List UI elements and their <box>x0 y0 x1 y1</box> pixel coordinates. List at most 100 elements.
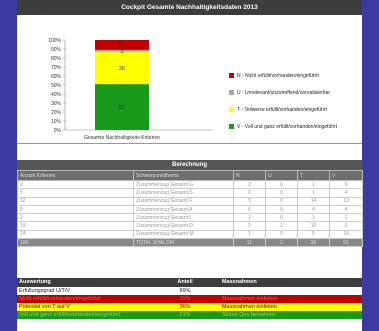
table-cell[interactable]: Zusammenzug Gesamt M <box>133 229 234 240</box>
table-cell[interactable]: 1 <box>233 213 266 223</box>
table-cell[interactable]: 4 <box>329 204 363 215</box>
table-cell[interactable]: 51 <box>329 238 363 248</box>
y-tick-label: 0% <box>54 128 62 134</box>
table-cell[interactable]: 0 <box>265 196 298 206</box>
table-cell[interactable]: 0 <box>265 179 298 190</box>
table-cell[interactable]: 2 <box>233 221 266 231</box>
evaluation-header: Auswertung Anteil Massnahmen <box>17 278 362 287</box>
table-row: 9 Zusammenzug Gesamt G2016 <box>17 179 363 190</box>
table-cell[interactable]: 6 <box>329 179 363 190</box>
evaluation-row: Erfüllungsgrad U/T/V 89% <box>17 287 362 295</box>
table-cell[interactable]: 11 <box>233 238 266 248</box>
y-tick-label: 70% <box>51 65 62 71</box>
table-cell[interactable]: 14 <box>297 196 330 206</box>
legend-swatch <box>229 124 234 129</box>
table-cell[interactable]: 36 <box>297 238 330 248</box>
y-tick-label: 30% <box>51 101 62 107</box>
evaluation-row: Potential von T auf V 36% Massnahmen einle… <box>17 303 362 311</box>
table-cell[interactable]: 10 <box>297 221 330 231</box>
table-cell[interactable]: 5 <box>233 196 266 206</box>
evaluation-cell[interactable]: Nicht erfüllt/vorhanden/eingeführt <box>17 295 148 303</box>
table-cell[interactable]: Zusammenzug Gesamt F <box>133 196 234 206</box>
column-header: T <box>297 170 330 181</box>
table-cell[interactable]: 19 <box>17 221 134 231</box>
table-cell[interactable]: 1 <box>297 188 330 198</box>
x-category-label: Gesamte Nachhaltigkeits-Kriterien <box>84 135 160 141</box>
chart-area: 100% 90% 80% 70% 60% 50% 40% 30% 20% 10% 0% 51 36 2 11… <box>17 15 362 144</box>
table-cell[interactable]: 5 <box>297 229 330 240</box>
table-cell[interactable]: 4 <box>329 188 363 198</box>
column-header: U <box>265 170 298 181</box>
calc-table: Anzahl Kriterien Schwerpunktthema N U T V 9 Zu… <box>17 170 363 248</box>
table-cell[interactable]: 3 <box>17 213 134 223</box>
evaluation-cell[interactable]: Status Quo bewahren. <box>220 311 362 319</box>
evaluation-cell[interactable]: 36% <box>148 303 220 311</box>
table-cell[interactable]: 2 <box>233 179 266 190</box>
table-row: 8 Zusammenzug Gesamt A0044 <box>17 204 363 215</box>
table-cell[interactable]: Zusammenzug Gesamt S <box>133 188 234 198</box>
legend-label: N - Nicht erfüllt/vorhanden/eingeführt <box>237 72 319 79</box>
table-cell[interactable]: 1 <box>233 229 266 240</box>
column-header: N <box>233 170 266 181</box>
legend-swatch <box>229 90 234 95</box>
table-cell[interactable]: 2 <box>265 238 298 248</box>
legend-label: V - Voll und ganz erfüllt/vorhanden/eing… <box>237 123 338 130</box>
evaluation-cell[interactable]: Voll und ganz erfüllt/vorhanden/eingefüh… <box>17 311 148 319</box>
table-cell[interactable]: 24 <box>17 229 134 240</box>
bar-data-label: 36 <box>119 66 125 72</box>
chart-legend: N - Nicht erfüllt/vorhanden/eingeführt U … <box>229 67 337 135</box>
evaluation-cell[interactable]: Massnahmen einleiten. <box>220 303 362 311</box>
table-cell[interactable]: 4 <box>297 204 330 215</box>
evaluation-table: Auswertung Anteil Massnahmen Erfüllungsgra… <box>17 278 362 319</box>
evaluation-cell[interactable]: 89% <box>148 287 220 295</box>
y-tick-label: 60% <box>51 74 62 80</box>
table-cell[interactable]: 9 <box>17 179 134 190</box>
page-title: Cockpit Gesamte Nachhaltigkeitsdaten 201… <box>17 0 362 15</box>
legend-label: T - Teilweise erfüllt/vorhanden/eingefüh… <box>237 106 327 113</box>
evaluation-cell[interactable]: 51% <box>148 311 220 319</box>
table-cell[interactable]: Zusammenzug Gesamt L <box>133 213 234 223</box>
legend-item: V - Voll und ganz erfüllt/vorhanden/eing… <box>229 118 337 135</box>
evaluation-cell[interactable] <box>220 287 362 295</box>
evaluation-cell[interactable]: Massnahmen einleiten. <box>220 295 362 303</box>
calc-header: Berechnung <box>17 160 362 170</box>
evaluation-cell[interactable]: 11% <box>148 295 220 303</box>
table-cell[interactable]: 0 <box>233 188 266 198</box>
table-cell[interactable]: Zusammenzug Gesamt D <box>133 221 234 231</box>
evaluation-row: Nicht erfüllt/vorhanden/eingeführt 11% Mas… <box>17 295 362 303</box>
table-cell[interactable]: 32 <box>17 196 134 206</box>
table-cell[interactable]: TOTAL SHALOM <box>133 238 234 248</box>
table-cell[interactable]: 1 <box>329 213 363 223</box>
table-row: 3 Zusammenzug Gesamt L1011 <box>17 213 363 223</box>
column-header: V <box>329 170 363 181</box>
table-cell[interactable]: 0 <box>233 204 266 215</box>
evaluation-cell[interactable]: Erfüllungsgrad U/T/V <box>17 287 148 295</box>
y-tick-label: 80% <box>51 56 62 62</box>
legend-swatch <box>229 73 234 78</box>
table-cell[interactable]: 1 <box>297 213 330 223</box>
table-cell[interactable]: 13 <box>329 196 363 206</box>
table-cell[interactable]: 2 <box>265 221 298 231</box>
y-tick-label: 90% <box>51 47 62 53</box>
table-cell[interactable]: 0 <box>265 188 298 198</box>
table-cell[interactable]: 0 <box>265 213 298 223</box>
evaluation-cell[interactable]: Potential von T auf V <box>17 303 148 311</box>
y-tick-label: 10% <box>51 119 62 125</box>
table-cell[interactable]: 18 <box>329 229 363 240</box>
table-cell[interactable]: 5 <box>17 188 134 198</box>
table-cell[interactable]: Zusammenzug Gesamt A <box>133 204 234 215</box>
table-cell[interactable]: Zusammenzug Gesamt G <box>133 179 234 190</box>
table-cell[interactable]: 5 <box>329 221 363 231</box>
table-cell[interactable]: 100 <box>17 238 134 248</box>
table-row: 32 Zusammenzug Gesamt F 5 0 14 13 <box>17 196 363 206</box>
legend-label: U - Unrelevant/unzutreffend/unrealisierb… <box>237 89 331 96</box>
table-cell[interactable]: 8 <box>17 204 134 215</box>
legend-item: T - Teilweise erfüllt/vorhanden/eingefüh… <box>229 101 337 118</box>
table-row: 5 Zusammenzug Gesamt S0014 <box>17 188 363 198</box>
y-tick-label: 100% <box>48 38 61 44</box>
y-tick-label: 50% <box>51 83 62 89</box>
table-cell[interactable]: 0 <box>265 229 298 240</box>
column-header: Anzahl Kriterien <box>17 170 134 181</box>
table-cell[interactable]: 1 <box>297 179 330 190</box>
table-cell[interactable]: 0 <box>265 204 298 215</box>
